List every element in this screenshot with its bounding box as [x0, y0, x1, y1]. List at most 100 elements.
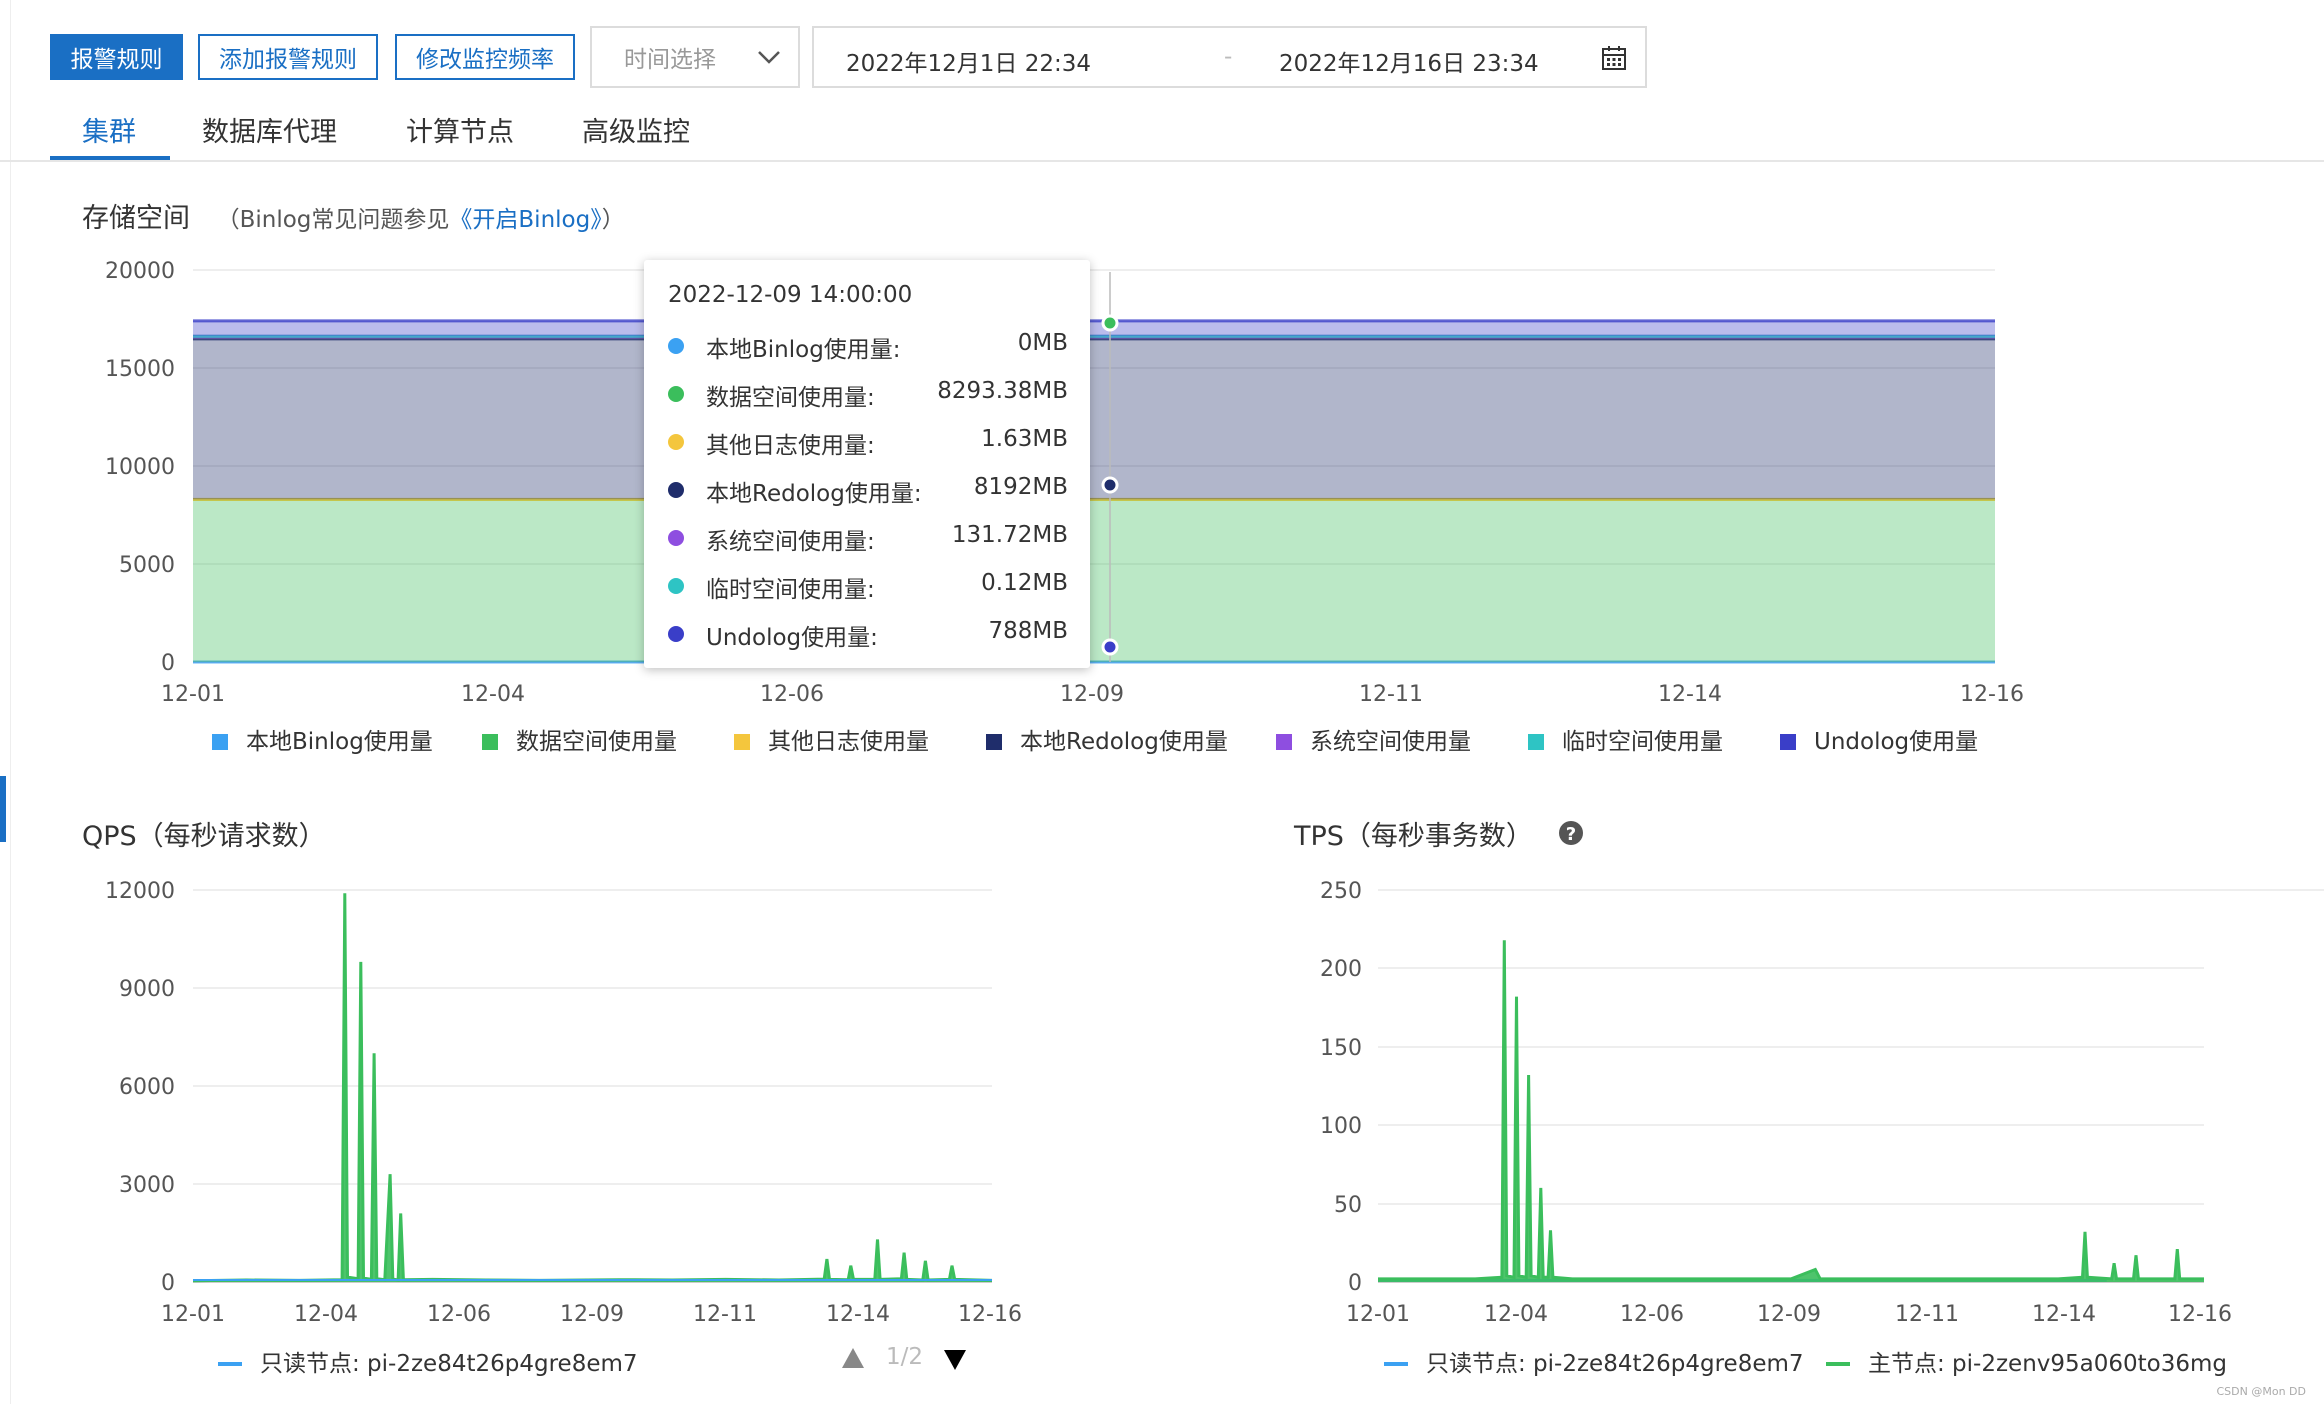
binlog-note-prefix: （Binlog常见问题参见 [216, 207, 450, 233]
tooltip-label: 本地Redolog使用量: [706, 481, 922, 507]
tooltip-value: 131.72MB [951, 522, 1068, 548]
series-dot [668, 482, 684, 498]
x-tick-label: 12-16 [1960, 682, 2024, 707]
x-tick-label: 12-06 [427, 1302, 491, 1327]
chevron-down-icon [758, 51, 780, 64]
help-icon[interactable]: ? [1558, 820, 1584, 846]
tabs-divider [0, 160, 2324, 162]
watermark: CSDN @Mon DD [2216, 1385, 2307, 1398]
storage-x-ticks: 12-01 12-04 12-06 12-09 12-11 12-14 12-1… [161, 682, 2024, 707]
legend-item-redolog[interactable]: 本地Redolog使用量 [986, 722, 1228, 756]
tooltip-row: 系统空间使用量: 131.72MB [668, 522, 1068, 555]
tps-legend-readonly[interactable]: 只读节点: pi-2ze84t26p4gre8em7 [1384, 1344, 1804, 1378]
legend-label: 只读节点: pi-2ze84t26p4gre8em7 [260, 1351, 638, 1377]
pager-prev-icon[interactable] [840, 1346, 866, 1370]
legend-swatch [734, 734, 750, 750]
legend-label: Undolog使用量 [1814, 729, 1979, 755]
tab-cluster[interactable]: 集群 [82, 110, 136, 149]
series-dot [668, 578, 684, 594]
y-tick-label: 150 [1320, 1036, 1362, 1061]
y-tick-label: 6000 [119, 1075, 175, 1100]
series-dot [668, 338, 684, 354]
time-select-dropdown[interactable]: 时间选择 [590, 26, 800, 88]
storage-areas [193, 319, 1995, 664]
y-tick-label: 15000 [105, 357, 175, 382]
storage-title: 存储空间 （Binlog常见问题参见《开启Binlog》） [82, 196, 625, 235]
x-tick-label: 12-06 [1620, 1302, 1684, 1327]
hover-point [1101, 314, 1119, 332]
tps-series [1378, 940, 2204, 1282]
x-tick-label: 12-04 [461, 682, 525, 707]
tab-compute-node[interactable]: 计算节点 [406, 110, 514, 149]
tps-x-ticks: 12-01 12-04 12-06 12-09 12-11 12-14 12-1… [1346, 1302, 2232, 1327]
time-select-placeholder: 时间选择 [624, 47, 716, 73]
legend-item-data-space[interactable]: 数据空间使用量 [482, 722, 677, 756]
end-time-field[interactable]: 2022年12月16日 23:34 [1279, 44, 1539, 78]
qps-x-ticks: 12-01 12-04 12-06 12-09 12-11 12-14 12-1… [161, 1302, 1022, 1327]
legend-label: 系统空间使用量 [1310, 729, 1471, 755]
calendar-icon[interactable] [1600, 44, 1628, 72]
side-indicator [0, 776, 6, 842]
legend-label: 临时空间使用量 [1562, 729, 1723, 755]
x-tick-label: 12-01 [1346, 1302, 1410, 1327]
legend-item-binlog[interactable]: 本地Binlog使用量 [212, 722, 433, 756]
y-tick-label: 200 [1320, 957, 1362, 982]
qps-grid [193, 889, 992, 1283]
x-tick-label: 12-11 [1895, 1302, 1959, 1327]
x-tick-label: 12-04 [294, 1302, 358, 1327]
pager-next-icon[interactable] [942, 1348, 968, 1372]
qps-legend-readonly[interactable]: 只读节点: pi-2ze84t26p4gre8em7 [218, 1344, 638, 1378]
storage-title-text: 存储空间 [82, 203, 190, 234]
tooltip-row: Undolog使用量: 788MB [668, 618, 1068, 651]
qps-title: QPS（每秒请求数） [82, 821, 326, 852]
date-range-picker[interactable]: 2022年12月1日 22:34 - 2022年12月16日 23:34 [812, 26, 1647, 88]
series-dot [668, 434, 684, 450]
tooltip-value: 8192MB [973, 474, 1068, 500]
y-tick-label: 5000 [119, 553, 175, 578]
legend-swatch [1276, 734, 1292, 750]
legend-item-system-space[interactable]: 系统空间使用量 [1276, 722, 1471, 756]
x-tick-label: 12-11 [693, 1302, 757, 1327]
tooltip-row: 临时空间使用量: 0.12MB [668, 570, 1068, 603]
tooltip-time: 2022-12-09 14:00:00 [668, 282, 913, 308]
area-6 [193, 320, 1995, 337]
legend-label: 主节点: pi-2zenv95a060to36mg [1868, 1351, 2228, 1377]
tooltip-row: 本地Binlog使用量: 0MB [668, 330, 1068, 363]
tab-db-proxy[interactable]: 数据库代理 [202, 110, 337, 149]
x-tick-label: 12-09 [560, 1302, 624, 1327]
tab-advanced-monitor[interactable]: 高级监控 [582, 110, 690, 149]
legend-item-temp-space[interactable]: 临时空间使用量 [1528, 722, 1723, 756]
y-tick-label: 250 [1320, 879, 1362, 904]
add-alarm-rule-button[interactable]: 添加报警规则 [198, 34, 378, 80]
legend-swatch [1780, 734, 1796, 750]
x-tick-label: 12-16 [958, 1302, 1022, 1327]
legend-label: 本地Redolog使用量 [1020, 729, 1228, 755]
series-dot [668, 626, 684, 642]
x-tick-label: 12-09 [1757, 1302, 1821, 1327]
legend-label: 数据空间使用量 [516, 729, 677, 755]
series-line-1 [1378, 940, 2204, 1281]
tooltip-value: 0MB [1017, 330, 1068, 356]
x-tick-label: 12-01 [161, 682, 225, 707]
legend-swatch [212, 734, 228, 750]
legend-swatch [1384, 1362, 1408, 1366]
storage-chart: 20000 15000 10000 5000 0 12-01 12-04 12-… [105, 259, 2024, 707]
area-3 [193, 338, 1995, 500]
tooltip-label: Undolog使用量: [706, 625, 878, 651]
x-tick-label: 12-11 [1359, 682, 1423, 707]
tooltip-label: 数据空间使用量: [706, 385, 875, 411]
legend-item-undolog[interactable]: Undolog使用量 [1780, 722, 1978, 756]
series-dot [668, 530, 684, 546]
qps-chart: 12000 9000 6000 3000 0 12-01 12-04 12-06… [105, 879, 1022, 1327]
x-tick-label: 12-09 [1060, 682, 1124, 707]
legend-swatch [1826, 1362, 1850, 1366]
tps-legend-primary[interactable]: 主节点: pi-2zenv95a060to36mg [1826, 1344, 2227, 1378]
alarm-rules-button[interactable]: 报警规则 [50, 34, 183, 80]
start-time-field[interactable]: 2022年12月1日 22:34 [846, 44, 1091, 78]
modify-frequency-button[interactable]: 修改监控频率 [395, 34, 575, 80]
x-tick-label: 12-16 [2168, 1302, 2232, 1327]
enable-binlog-link[interactable]: 《开启Binlog》 [449, 207, 601, 233]
legend-item-other-log[interactable]: 其他日志使用量 [734, 722, 929, 756]
tps-y-ticks: 250 200 150 100 50 0 [1320, 879, 1362, 1296]
y-tick-label: 50 [1334, 1193, 1362, 1218]
